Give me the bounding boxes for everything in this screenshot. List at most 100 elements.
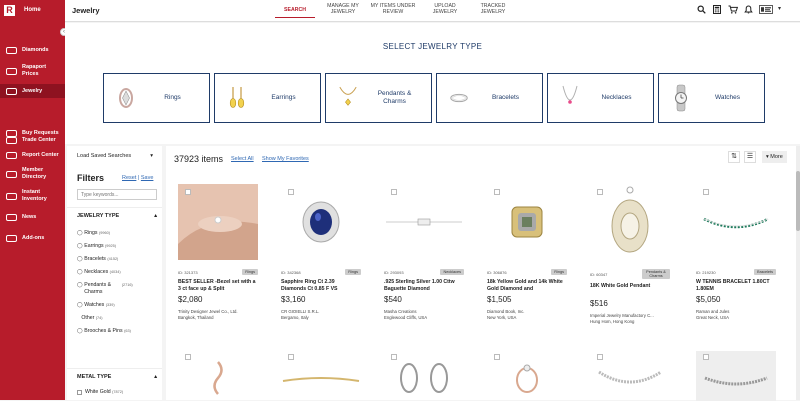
jewelry-type-filter-list: ◯ Rings (9960) ◯ Earrings (9925) ◯ Brace…: [77, 227, 133, 338]
jewelry-type-filter-header[interactable]: JEWELRY TYPE ▴: [77, 213, 157, 219]
product-image[interactable]: [507, 356, 547, 396]
product-name[interactable]: W TENNIS BRACELET 1.80CT 1.80EM: [696, 279, 776, 293]
product-card[interactable]: ID: 219230 Bracelets W TENNIS BRACELET 1.…: [696, 184, 776, 321]
product-card[interactable]: [696, 351, 776, 401]
cart-icon[interactable]: [728, 5, 739, 14]
search-icon[interactable]: [697, 5, 706, 14]
necklace-icon: ◯: [77, 269, 83, 275]
product-checkbox[interactable]: [494, 354, 500, 360]
list-view-icon[interactable]: ☰: [744, 151, 756, 163]
sort-icon[interactable]: ⇅: [728, 151, 740, 163]
checkbox[interactable]: [77, 389, 82, 395]
product-name[interactable]: Sapphire Ring Ct 2.39 Diamonds Ct 0.85 F…: [281, 279, 361, 293]
product-checkbox[interactable]: [597, 189, 603, 195]
product-meta: ID: 219230 Bracelets: [696, 269, 776, 275]
filter-option-white-gold[interactable]: White Gold (7872): [77, 389, 123, 395]
metal-type-filter-header[interactable]: METAL TYPE ▴: [77, 374, 157, 380]
product-image[interactable]: [389, 356, 459, 396]
type-card-bracelets[interactable]: Bracelets: [436, 73, 543, 123]
type-card-watches[interactable]: Watches: [658, 73, 765, 123]
type-card-earrings[interactable]: Earrings: [214, 73, 321, 123]
sidebar-item-rapaport-prices[interactable]: Rapaport Prices: [0, 64, 65, 78]
product-name[interactable]: 18K White Gold Pendant: [590, 283, 670, 297]
product-card[interactable]: [590, 351, 670, 401]
sidebar-item-add-ons[interactable]: Add-ons: [0, 233, 65, 243]
filter-option-brooches-pins[interactable]: ◯ Brooches & Pins (63): [77, 325, 133, 338]
user-avatar-icon[interactable]: [759, 5, 773, 14]
product-image[interactable]: [203, 356, 233, 396]
product-checkbox[interactable]: [703, 189, 709, 195]
reset-link[interactable]: Reset: [122, 175, 136, 181]
save-link[interactable]: Save: [141, 175, 154, 181]
sidebar-item-diamonds[interactable]: Diamonds: [0, 45, 65, 55]
type-card-necklaces[interactable]: Necklaces: [547, 73, 654, 123]
sidebar-item-report-center[interactable]: Report Center: [0, 150, 65, 160]
product-image[interactable]: [281, 184, 361, 260]
more-dropdown[interactable]: ▾ More: [762, 151, 787, 163]
type-card-rings[interactable]: Rings: [103, 73, 210, 123]
product-image[interactable]: [590, 184, 670, 260]
product-image[interactable]: [701, 356, 771, 396]
product-id: ID: 219230: [696, 269, 716, 275]
product-card[interactable]: ID: 306876 Rings 18k Yellow Gold and 14k …: [487, 184, 567, 321]
product-card[interactable]: [178, 351, 258, 401]
product-image[interactable]: [696, 184, 776, 260]
filter-option-watches[interactable]: ◯ Watches (339): [77, 299, 133, 312]
rapnet-logo[interactable]: R: [4, 4, 15, 16]
type-card-pendants-charms[interactable]: Pendants & Charms: [325, 73, 432, 123]
product-checkbox[interactable]: [494, 189, 500, 195]
filter-option-bracelets[interactable]: ◯ Bracelets (4152): [77, 253, 133, 266]
filter-option-earrings[interactable]: ◯ Earrings (9925): [77, 240, 133, 253]
chevron-down-icon[interactable]: ▾: [775, 5, 784, 14]
show-favorites-link[interactable]: Show My Favorites: [262, 156, 309, 162]
tab-manage-my-jewelry[interactable]: MANAGE MY JEWELRY: [323, 3, 363, 15]
sidebar-item-home[interactable]: Home: [24, 7, 41, 13]
sidebar-item-instant-inventory[interactable]: Instant Inventory: [0, 189, 65, 203]
product-image[interactable]: [595, 356, 665, 396]
product-checkbox[interactable]: [185, 354, 191, 360]
product-checkbox[interactable]: [185, 189, 191, 195]
product-image[interactable]: [384, 184, 464, 260]
filter-option-pendants-charms[interactable]: ◯ Pendants & Charms (2716): [77, 279, 133, 299]
sidebar-item-buy-requests[interactable]: Buy Requests: [0, 128, 65, 138]
select-all-link[interactable]: Select All: [231, 156, 254, 162]
product-checkbox[interactable]: [288, 189, 294, 195]
scrollbar-thumb[interactable]: [796, 171, 800, 231]
product-checkbox[interactable]: [597, 354, 603, 360]
product-card[interactable]: ID: 60347 Pendants & Charms 18K White Gol…: [590, 184, 670, 325]
product-card[interactable]: ID: 293093 Necklaces .925 Sterling Silver…: [384, 184, 464, 321]
product-card[interactable]: [487, 351, 567, 401]
sidebar-item-member-directory[interactable]: Member Directory: [0, 167, 65, 181]
product-card[interactable]: ID: 321373 Rings BEST SELLER -Bezel set w…: [178, 184, 258, 321]
sidebar-item-news[interactable]: News: [0, 212, 65, 222]
product-card[interactable]: [384, 351, 464, 401]
tab-upload-jewelry[interactable]: UPLOAD JEWELRY: [425, 3, 465, 15]
notification-bell-icon[interactable]: [744, 5, 753, 14]
news-icon: [6, 213, 17, 221]
sidebar-item-jewelry[interactable]: Jewelry: [0, 84, 65, 98]
product-card[interactable]: ID: 342368 Rings Sapphire Ring Ct 2.39 Di…: [281, 184, 361, 321]
product-type-badge: Bracelets: [754, 269, 776, 275]
keyword-search-input[interactable]: [77, 189, 157, 200]
product-image[interactable]: [281, 361, 361, 391]
product-image[interactable]: [487, 184, 567, 260]
chevron-down-icon: ▾: [150, 153, 153, 159]
product-checkbox[interactable]: [391, 354, 397, 360]
tab-search[interactable]: SEARCH: [275, 7, 315, 18]
filter-option-other[interactable]: Other (74): [77, 312, 133, 325]
filter-option-necklaces[interactable]: ◯ Necklaces (4034): [77, 266, 133, 279]
product-checkbox[interactable]: [703, 354, 709, 360]
product-checkbox[interactable]: [391, 189, 397, 195]
scrollbar[interactable]: [796, 146, 800, 400]
calculator-icon[interactable]: [712, 5, 721, 14]
product-card[interactable]: [281, 351, 361, 401]
load-saved-searches-dropdown[interactable]: Load Saved Searches ▾: [77, 153, 153, 159]
product-name[interactable]: BEST SELLER -Bezel set with a 3 ct face …: [178, 279, 258, 293]
tab-tracked-jewelry[interactable]: TRACKED JEWELRY: [473, 3, 513, 15]
tab-my-items-under-review[interactable]: MY ITEMS UNDER REVIEW: [368, 3, 418, 15]
product-checkbox[interactable]: [288, 354, 294, 360]
product-name[interactable]: .925 Sterling Silver 1.00 Cttw Baguette …: [384, 279, 464, 293]
filter-option-rings[interactable]: ◯ Rings (9960): [77, 227, 133, 240]
product-image[interactable]: [178, 184, 258, 260]
product-name[interactable]: 18k Yellow Gold and 14k White Gold Diamo…: [487, 279, 567, 293]
